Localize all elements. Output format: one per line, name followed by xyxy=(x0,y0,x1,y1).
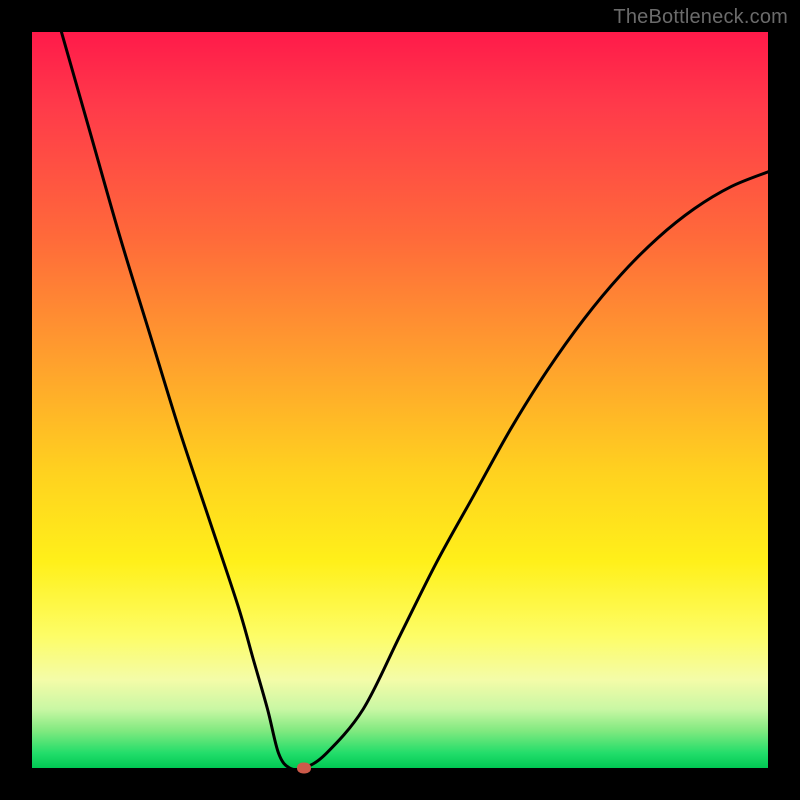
curve-svg xyxy=(32,32,768,768)
chart-frame: TheBottleneck.com xyxy=(0,0,800,800)
watermark-text: TheBottleneck.com xyxy=(613,6,788,29)
min-marker xyxy=(297,763,311,774)
bottleneck-curve xyxy=(61,32,768,768)
plot-area xyxy=(32,32,768,768)
